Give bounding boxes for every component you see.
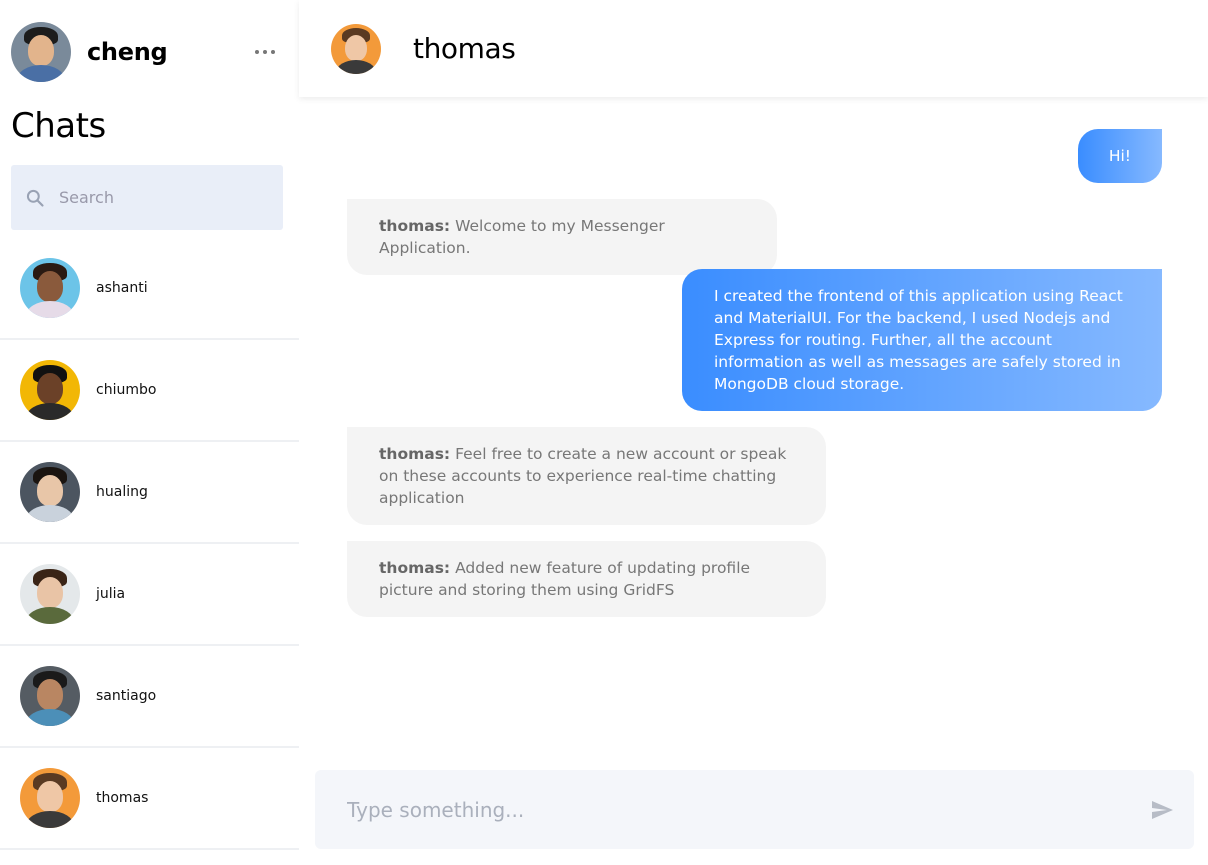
contact-avatar bbox=[20, 462, 80, 522]
outgoing-message: Hi! bbox=[1077, 129, 1162, 183]
contact-name: hualing bbox=[96, 484, 148, 500]
contact-name: chiumbo bbox=[96, 382, 157, 398]
chat-header: thomas bbox=[299, 0, 1208, 97]
contact-item-santiago[interactable]: santiago bbox=[0, 646, 299, 748]
contact-item-thomas[interactable]: thomas bbox=[0, 748, 299, 850]
message-text: Hi! bbox=[1108, 147, 1131, 165]
contact-avatar bbox=[20, 258, 80, 318]
message-composer[interactable] bbox=[315, 770, 1194, 849]
contact-avatar bbox=[20, 768, 80, 828]
search-box[interactable] bbox=[11, 165, 283, 230]
contact-item-julia[interactable]: julia bbox=[0, 544, 299, 646]
search-input[interactable] bbox=[59, 188, 259, 207]
sidebar: cheng Chats ashanti chiumbo bbox=[0, 0, 299, 865]
incoming-message: thomas: Added new feature of updating pr… bbox=[347, 541, 826, 617]
contact-item-hualing[interactable]: hualing bbox=[0, 442, 299, 544]
message-text: I created the frontend of this applicati… bbox=[714, 287, 1123, 393]
current-user: cheng bbox=[11, 22, 291, 82]
chat-partner-avatar bbox=[331, 23, 381, 74]
message-input[interactable] bbox=[347, 797, 1107, 822]
outgoing-message: I created the frontend of this applicati… bbox=[682, 269, 1162, 411]
message-sender: thomas: bbox=[379, 217, 451, 235]
contact-item-ashanti[interactable]: ashanti bbox=[0, 238, 299, 340]
current-user-avatar[interactable] bbox=[11, 22, 71, 82]
contact-avatar bbox=[20, 666, 80, 726]
message-sender: thomas: bbox=[379, 559, 451, 577]
current-user-name: cheng bbox=[87, 38, 168, 66]
incoming-message: thomas: Feel free to create a new accoun… bbox=[347, 427, 826, 525]
contact-list: ashanti chiumbo hualing julia santiago t… bbox=[0, 238, 299, 850]
more-options-icon[interactable] bbox=[255, 47, 275, 57]
chats-title: Chats bbox=[11, 106, 106, 146]
search-icon bbox=[25, 188, 45, 208]
contact-item-chiumbo[interactable]: chiumbo bbox=[0, 340, 299, 442]
message-sender: thomas: bbox=[379, 445, 451, 463]
contact-avatar bbox=[20, 360, 80, 420]
message-list: Hi! thomas: Welcome to my Messenger Appl… bbox=[299, 97, 1208, 757]
contact-avatar bbox=[20, 564, 80, 624]
chat-panel: thomas Hi! thomas: Welcome to my Messeng… bbox=[299, 0, 1208, 865]
incoming-message: thomas: Welcome to my Messenger Applicat… bbox=[347, 199, 777, 275]
contact-name: thomas bbox=[96, 790, 149, 806]
contact-name: julia bbox=[96, 586, 126, 602]
send-icon[interactable] bbox=[1150, 798, 1174, 822]
chat-partner-name: thomas bbox=[413, 32, 516, 65]
contact-name: ashanti bbox=[96, 280, 148, 296]
contact-name: santiago bbox=[96, 688, 157, 704]
